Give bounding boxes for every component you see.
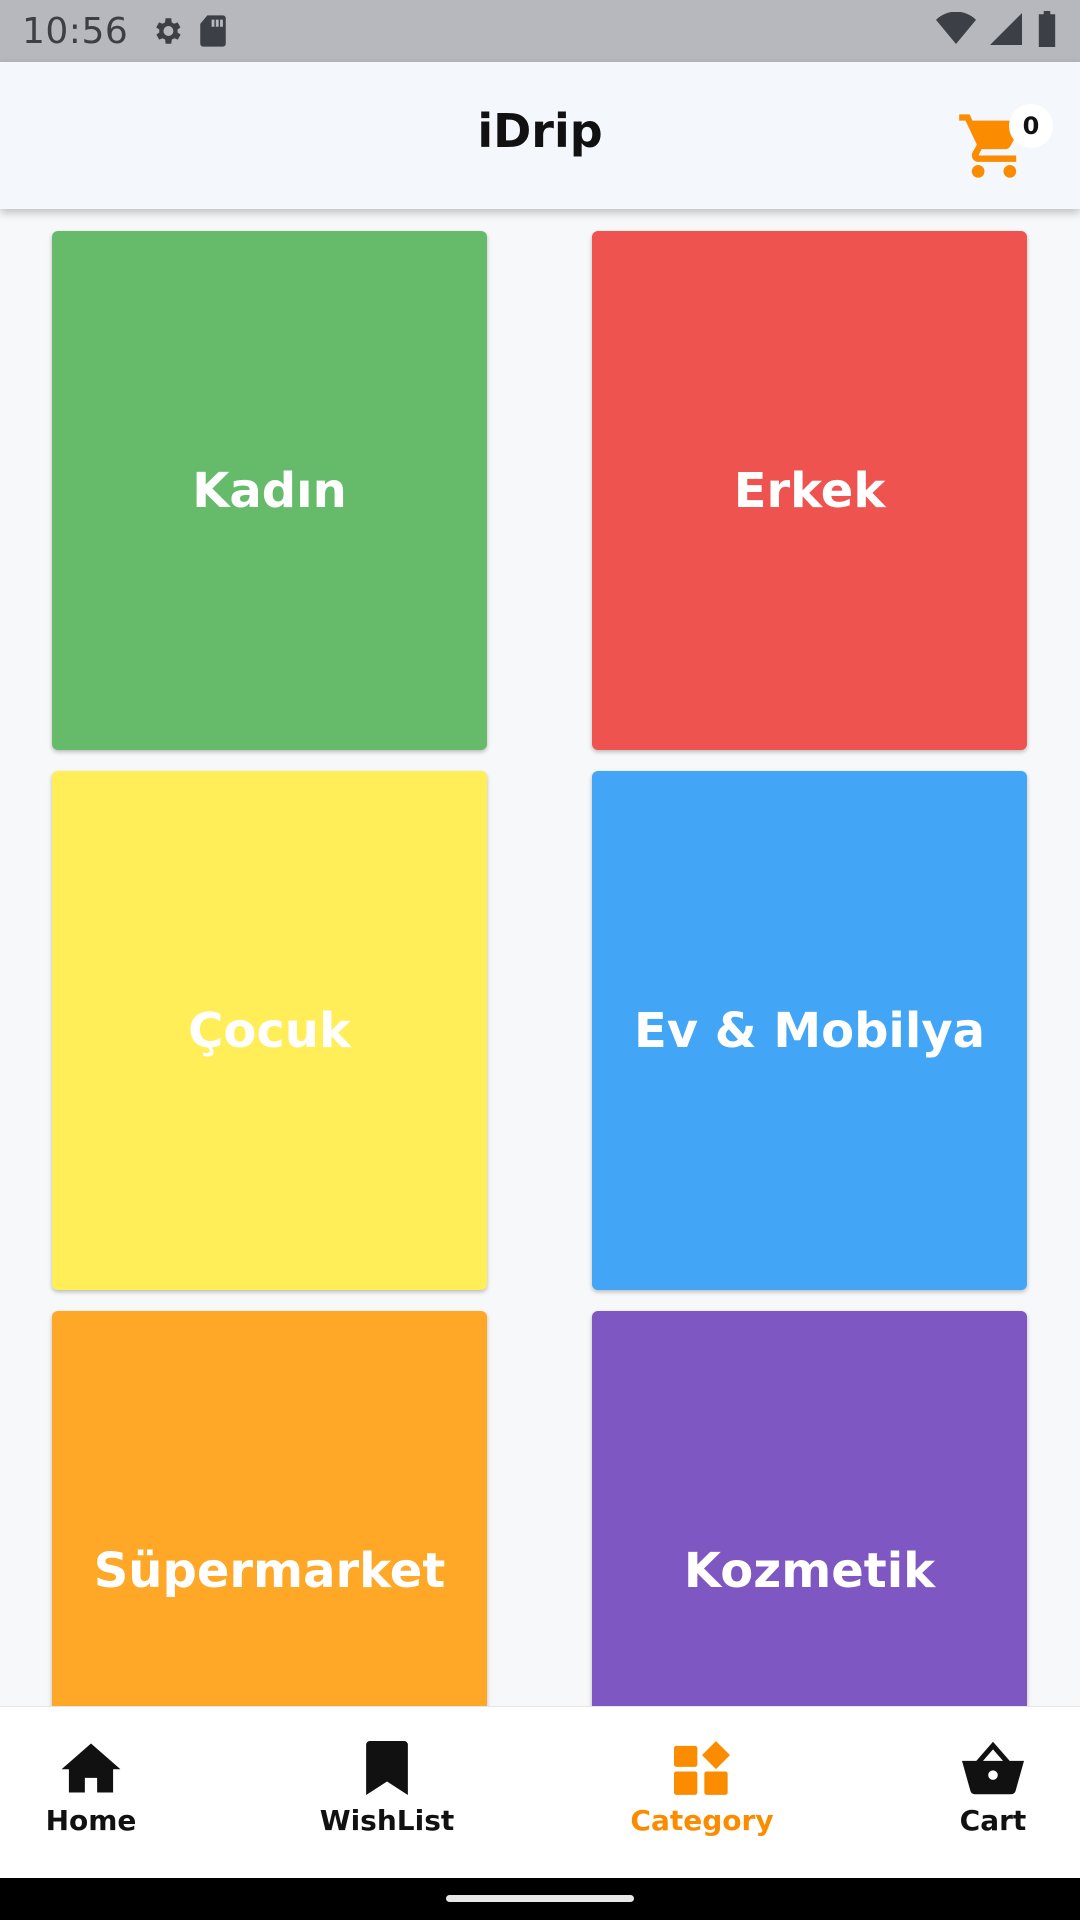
- bookmark-icon: [363, 1741, 411, 1800]
- category-label: Ev & Mobilya: [633, 1002, 986, 1059]
- nav-item-cart[interactable]: Cart: [893, 1707, 1080, 1879]
- category-label: Süpermarket: [93, 1542, 446, 1599]
- cart-count-badge: 0: [1009, 104, 1053, 148]
- category-tile-kozmetik[interactable]: Kozmetik: [592, 1311, 1027, 1706]
- category-icon: [674, 1741, 730, 1800]
- basket-icon: [962, 1741, 1024, 1800]
- category-tile-erkek[interactable]: Erkek: [592, 231, 1027, 750]
- category-label: Erkek: [733, 462, 886, 519]
- home-icon: [61, 1741, 121, 1800]
- category-label: Çocuk: [188, 1002, 351, 1059]
- nav-label-wishlist: WishList: [319, 1804, 455, 1837]
- system-gesture-bar: [0, 1878, 1080, 1920]
- battery-icon: [1036, 10, 1058, 52]
- signal-icon: [990, 12, 1022, 51]
- app-title: iDrip: [477, 104, 603, 158]
- category-tile-ev-mobilya[interactable]: Ev & Mobilya: [592, 771, 1027, 1290]
- nav-label-category: Category: [630, 1804, 774, 1837]
- category-grid: Kadın Erkek Çocuk Ev & Mobilya Süpermark…: [0, 209, 1080, 1706]
- nav-label-home: Home: [45, 1804, 137, 1837]
- nav-item-category[interactable]: Category: [602, 1707, 802, 1879]
- nav-label-cart: Cart: [959, 1804, 1027, 1837]
- category-tile-supermarket[interactable]: Süpermarket: [52, 1311, 487, 1706]
- sd-card-icon: [198, 14, 228, 48]
- wifi-icon: [936, 11, 976, 51]
- category-tile-kadin[interactable]: Kadın: [52, 231, 487, 750]
- app-bar: iDrip 0: [0, 62, 1080, 209]
- settings-icon: [150, 14, 184, 48]
- category-label: Kozmetik: [683, 1542, 936, 1599]
- nav-item-home[interactable]: Home: [0, 1707, 191, 1879]
- category-label: Kadın: [192, 462, 347, 519]
- status-time: 10:56: [22, 10, 129, 52]
- gesture-handle[interactable]: [446, 1895, 634, 1902]
- status-bar: 10:56: [0, 0, 1080, 62]
- bottom-navigation: Home WishList Category Cart: [0, 1706, 1080, 1878]
- nav-item-wishlist[interactable]: WishList: [287, 1707, 487, 1879]
- header-cart-button[interactable]: 0: [952, 86, 1062, 196]
- category-tile-cocuk[interactable]: Çocuk: [52, 771, 487, 1290]
